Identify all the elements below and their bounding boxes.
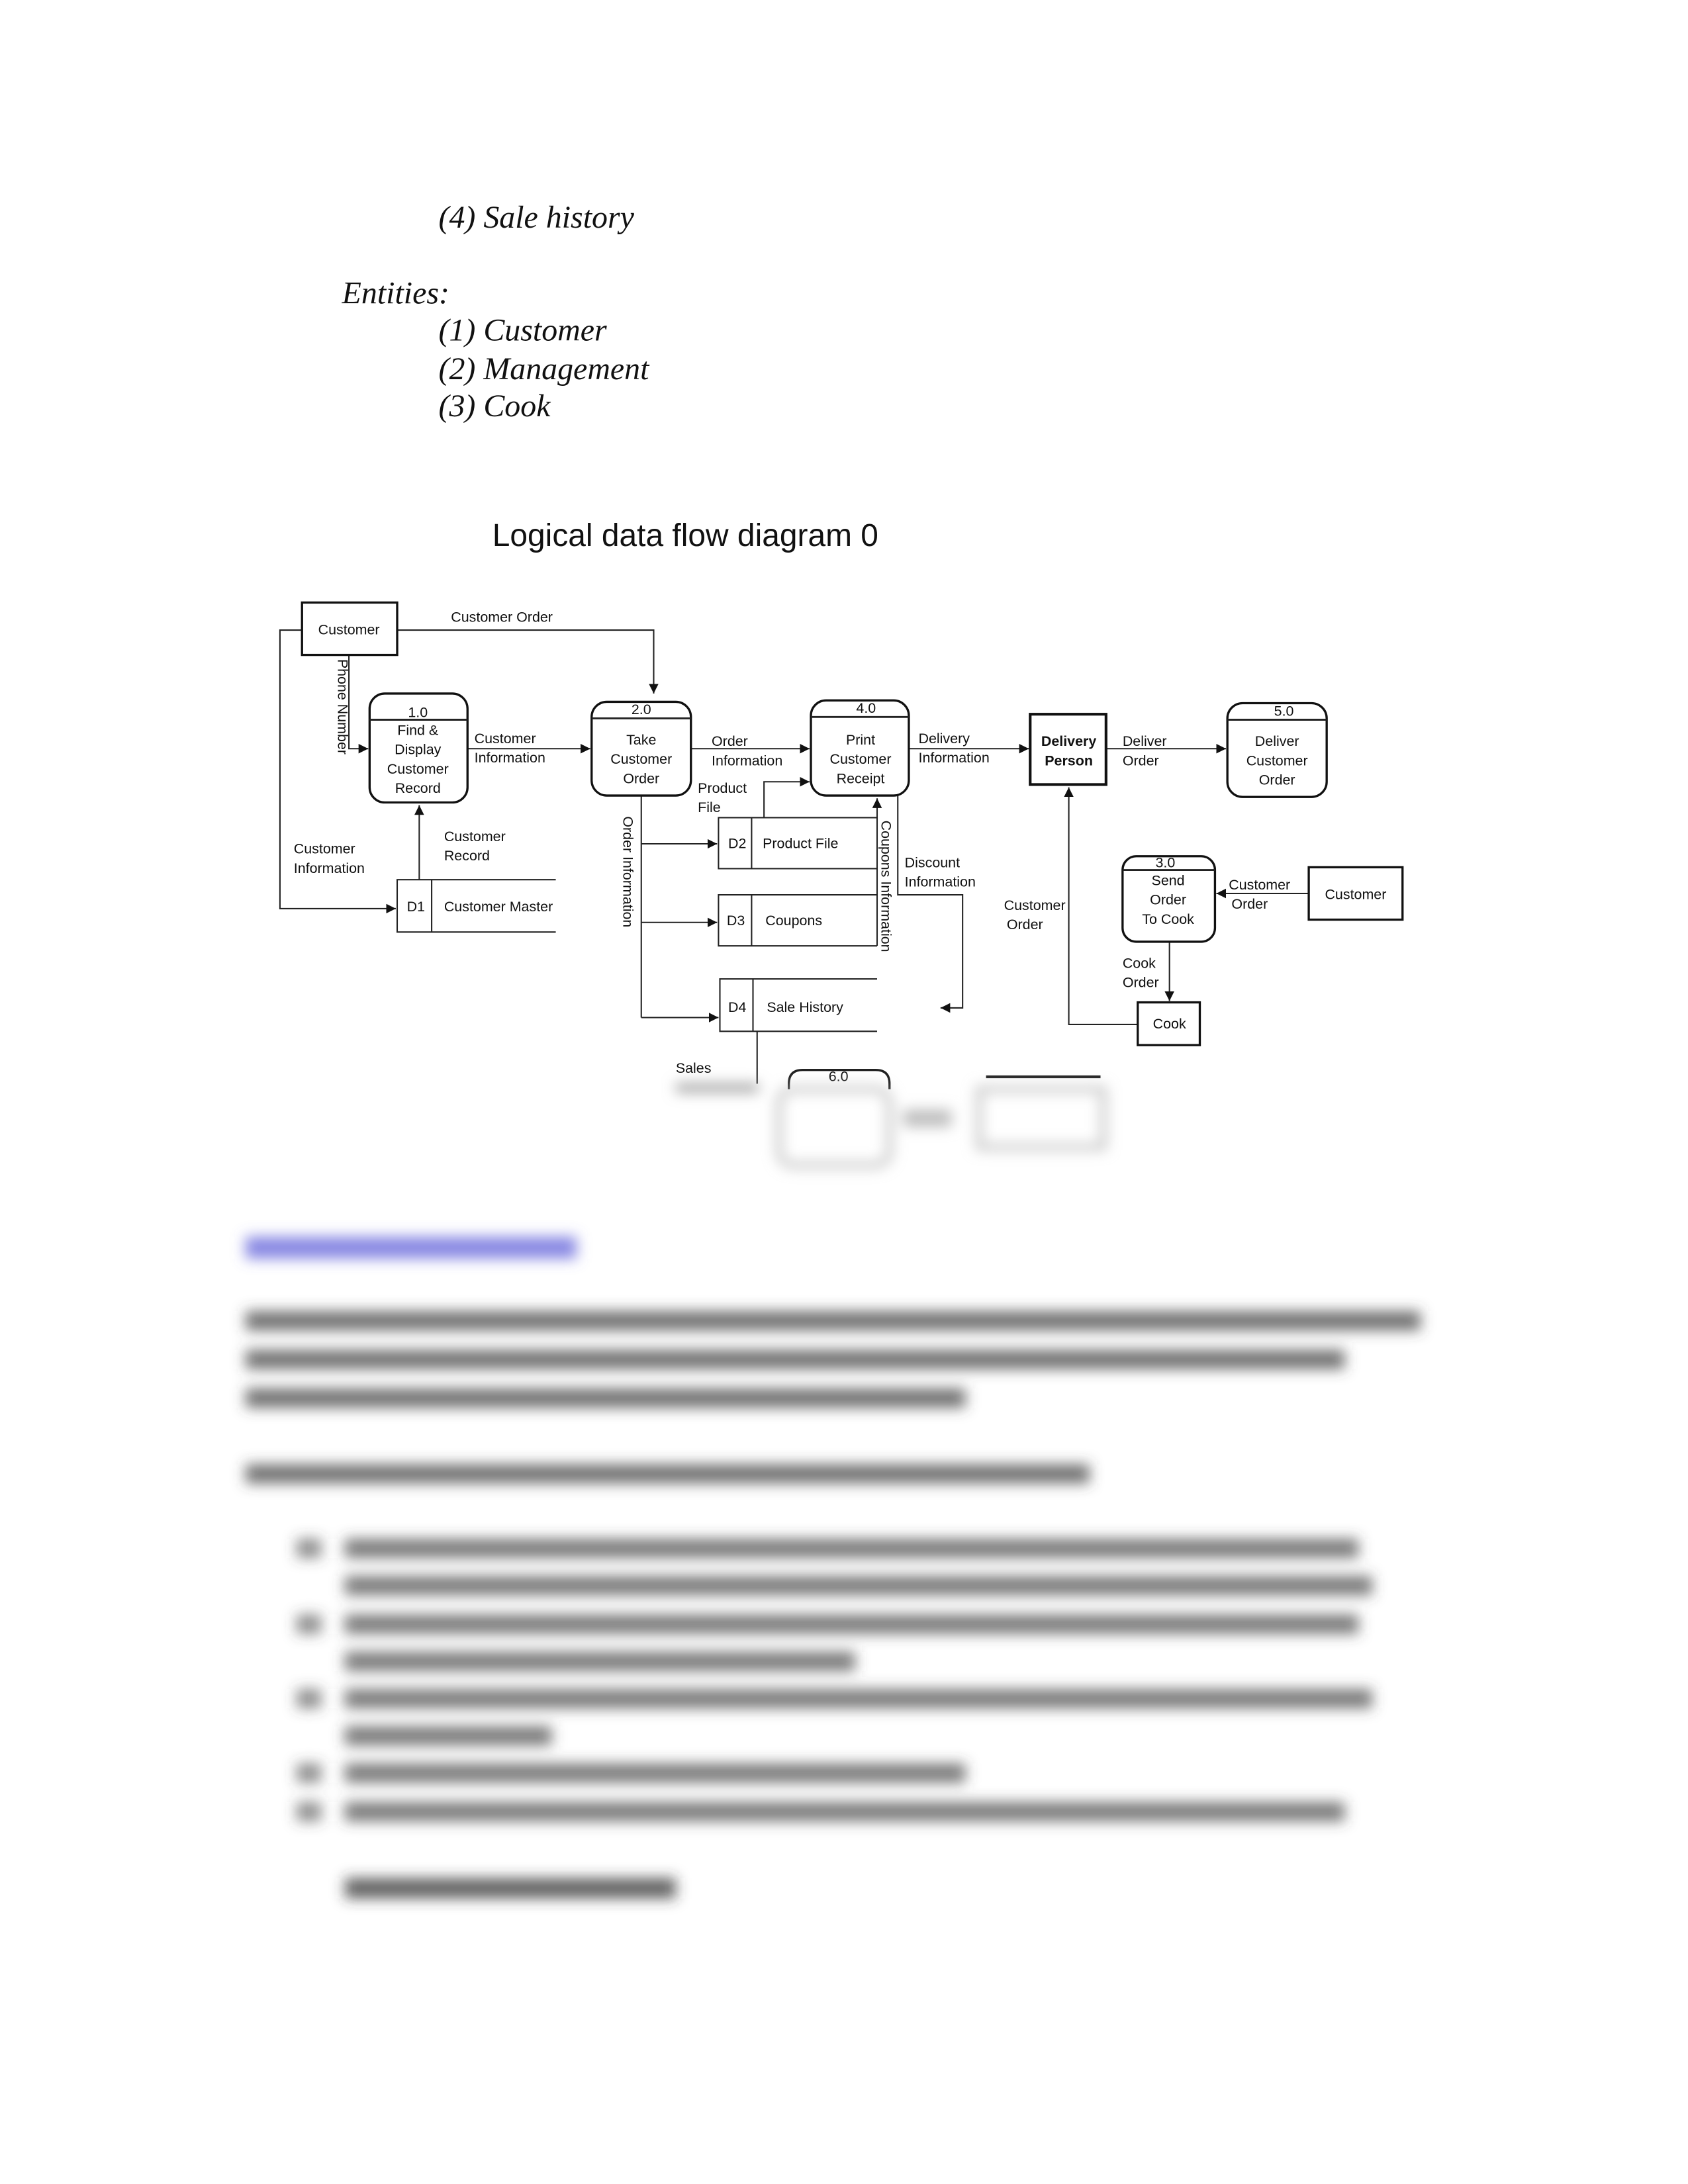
label-delivery-information: Delivery [919, 731, 970, 747]
svg-text:Order: Order [1259, 772, 1295, 788]
label-customer-record: Customer [444, 829, 506, 844]
svg-text:Customer Master: Customer Master [444, 899, 553, 915]
svg-text:1.0: 1.0 [408, 704, 428, 720]
svg-text:Take: Take [626, 732, 656, 748]
svg-text:Sale History: Sale History [767, 999, 843, 1015]
label-customer-order: Customer Order [451, 610, 553, 625]
flow-discount-information [897, 796, 964, 1013]
label-customer-information-left: Information [294, 860, 365, 876]
label-coupons-information: Coupons Information [878, 821, 894, 952]
blurred-content [245, 1083, 1421, 1899]
process-2-0: 2.0 Take Customer Order [590, 700, 692, 797]
label-sales: Sales [676, 1060, 712, 1076]
entity-customer-right: Customer [1307, 866, 1404, 921]
svg-text:Person: Person [1045, 752, 1093, 768]
process-6-0: 6.0 [788, 1068, 891, 1089]
store-d4: D4 Sale History [719, 978, 877, 1032]
entity-customer-top: Customer [301, 601, 399, 657]
flow-customer-order [397, 629, 659, 694]
svg-text:Deliver: Deliver [1255, 733, 1299, 749]
svg-text:D1: D1 [407, 899, 425, 915]
flow-phone-number [348, 655, 369, 754]
label-customer-order-mid: Order [1007, 917, 1043, 933]
label-customer-record: Record [444, 848, 490, 864]
svg-text:Cook: Cook [1153, 1016, 1186, 1032]
label-delivery-information: Information [919, 750, 990, 766]
svg-text:Receipt: Receipt [837, 770, 885, 786]
svg-text:Customer: Customer [387, 761, 449, 777]
store-d3: D3 Coupons [718, 894, 877, 947]
svg-text:Delivery: Delivery [1041, 733, 1097, 749]
svg-text:Product File: Product File [763, 835, 838, 851]
process-1-0: 1.0 Find & Display Customer Record [368, 692, 469, 804]
label-customer-order-mid: Customer [1004, 897, 1066, 913]
list-item-sale-history: (4) Sale history [439, 200, 635, 235]
svg-text:D3: D3 [727, 913, 745, 929]
label-deliver-order: Deliver [1123, 733, 1167, 749]
label-phone-number: Phone Number [334, 659, 350, 754]
entity-item: (3) Cook [439, 388, 551, 424]
label-discount-information: Information [905, 874, 976, 890]
label-cook-order: Order [1123, 975, 1159, 991]
svg-text:D4: D4 [728, 999, 746, 1015]
label-customer-order-right: Order [1231, 896, 1268, 912]
svg-text:3.0: 3.0 [1156, 854, 1176, 870]
label-discount-information: Discount [905, 854, 960, 870]
diagram-title: Logical data flow diagram 0 [492, 518, 878, 553]
svg-text:Coupons: Coupons [765, 913, 822, 929]
entity-cook: Cook [1137, 1001, 1201, 1046]
label-cook-order: Cook [1123, 956, 1156, 972]
store-d1: D1 Customer Master [396, 879, 556, 933]
label-order-information: Order [712, 733, 748, 749]
svg-text:5.0: 5.0 [1274, 703, 1294, 719]
svg-text:Customer: Customer [318, 621, 380, 637]
process-4-0: 4.0 Print Customer Receipt [810, 699, 910, 797]
process-5-0: 5.0 Deliver Customer Order [1226, 702, 1328, 798]
process-3-0: 3.0 Send Order To Cook [1121, 854, 1217, 943]
entity-item: (1) Customer [439, 313, 608, 348]
svg-text:Customer: Customer [1246, 752, 1308, 768]
data-flow-diagram: Customer Delivery Person Customer Cook 1… [279, 601, 1404, 1089]
svg-text:4.0: 4.0 [856, 700, 876, 716]
label-order-information-vertical: Order Information [620, 816, 636, 927]
svg-text:6.0: 6.0 [829, 1068, 849, 1084]
svg-text:Record: Record [395, 780, 441, 796]
flow-product-file [763, 776, 810, 818]
svg-text:Order: Order [1150, 892, 1186, 908]
entity-delivery-person: Delivery Person [1029, 713, 1107, 786]
document-page: (4) Sale history Entities: (1) Customer … [245, 200, 1421, 1899]
svg-text:Print: Print [846, 732, 875, 748]
svg-text:Customer: Customer [1325, 886, 1386, 902]
svg-text:2.0: 2.0 [632, 702, 651, 717]
label-customer-information-left: Customer [294, 841, 355, 857]
svg-text:To Cook: To Cook [1142, 911, 1194, 927]
label-customer-information: Information [475, 750, 545, 766]
svg-text:Customer: Customer [610, 751, 672, 767]
svg-text:D2: D2 [728, 835, 746, 851]
label-product-file: File [698, 799, 721, 815]
label-product-file: Product [698, 780, 747, 796]
svg-text:Order: Order [623, 770, 659, 786]
label-deliver-order: Order [1123, 752, 1159, 768]
svg-text:Find &: Find & [397, 722, 438, 738]
label-customer-order-right: Customer [1229, 877, 1290, 893]
svg-text:Send: Send [1152, 873, 1185, 889]
svg-text:Customer: Customer [830, 751, 892, 767]
svg-text:Display: Display [395, 742, 442, 758]
label-order-information: Information [712, 752, 782, 768]
entities-heading: Entities: [342, 275, 449, 310]
entity-item: (2) Management [439, 351, 651, 387]
label-customer-information: Customer [475, 731, 536, 747]
store-d2: D2 Product File [718, 817, 877, 870]
